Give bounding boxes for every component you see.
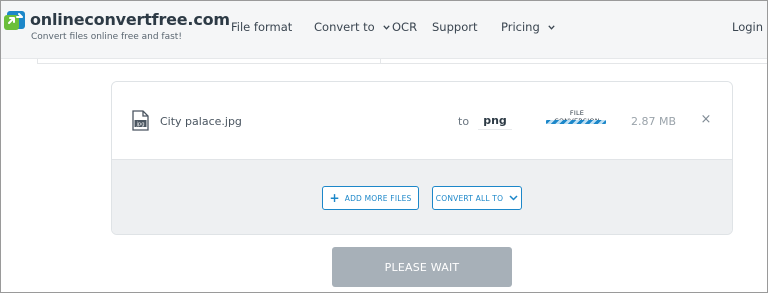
- convert-all-to-button[interactable]: CONVERT ALL TO: [432, 186, 522, 210]
- add-more-files-button[interactable]: + ADD MORE FILES: [322, 186, 419, 210]
- nav-login-label: Login: [732, 20, 764, 34]
- remove-file-button[interactable]: ×: [698, 112, 714, 128]
- jpg-file-icon: jpg: [132, 110, 149, 131]
- file-size: 2.87 MB: [631, 115, 677, 128]
- plus-icon: +: [329, 191, 340, 205]
- nav-support[interactable]: Support: [432, 20, 477, 34]
- logo-arrows-icon[interactable]: [3, 9, 27, 33]
- target-format-select[interactable]: png: [478, 112, 512, 130]
- file-type-label: jpg: [135, 122, 144, 128]
- file-row: jpg City palace.jpg to png FILE CONVERSI…: [112, 82, 732, 159]
- nav-login[interactable]: Login: [732, 20, 763, 34]
- close-icon: ×: [700, 112, 712, 127]
- file-card: jpg City palace.jpg to png FILE CONVERSI…: [111, 81, 733, 235]
- nav-support-label: Support: [432, 20, 478, 34]
- upload-panel-edge: [37, 59, 381, 64]
- convert-all-to-label: CONVERT ALL TO: [435, 193, 504, 203]
- nav-convert-to-label: Convert to: [314, 20, 375, 34]
- site-header: onlineconvertfree.com Convert files onli…: [1, 1, 767, 59]
- please-wait-button[interactable]: PLEASE WAIT: [332, 247, 512, 287]
- actions-area: + ADD MORE FILES CONVERT ALL TO: [112, 159, 732, 234]
- logo-text[interactable]: onlineconvertfree.com: [30, 10, 230, 29]
- nav-convert-to[interactable]: Convert to: [314, 20, 391, 34]
- add-more-files-label: ADD MORE FILES: [344, 193, 412, 203]
- conversion-progress-bar: [546, 120, 606, 124]
- nav-file-format-label: File format: [231, 20, 293, 34]
- chevron-down-icon: [383, 25, 391, 30]
- chevron-down-icon: [509, 195, 518, 201]
- logo-tagline: Convert files online free and fast!: [31, 32, 182, 42]
- to-label: to: [458, 115, 470, 128]
- nav-file-format[interactable]: File format: [231, 20, 292, 34]
- nav-ocr[interactable]: OCR: [392, 20, 417, 34]
- nav-pricing[interactable]: Pricing: [501, 20, 556, 34]
- upload-panel-edge-right: [381, 59, 767, 64]
- file-name: City palace.jpg: [160, 115, 242, 128]
- please-wait-label: PLEASE WAIT: [384, 260, 460, 274]
- chevron-down-icon: [548, 25, 556, 30]
- nav-ocr-label: OCR: [392, 20, 418, 34]
- nav-pricing-label: Pricing: [501, 20, 540, 34]
